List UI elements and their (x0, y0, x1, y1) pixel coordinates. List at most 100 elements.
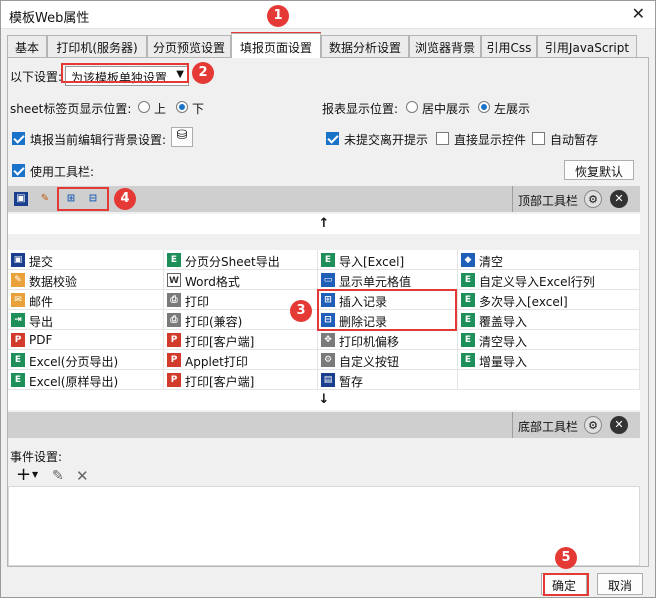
toolbar-button-label: Excel(原样导出) (29, 375, 119, 389)
restore-default-button[interactable]: 恢复默认 (564, 160, 634, 180)
title-bar: 模板Web属性 ✕ (1, 1, 655, 29)
toolbar-button-label: 打印 (185, 295, 210, 309)
event-settings-label: 事件设置: (10, 450, 63, 464)
toolbar-button-cell[interactable]: ⚙ 自定义按钮 (318, 350, 458, 370)
toolbar-button-cell (458, 370, 640, 390)
toolbar-button-cell[interactable]: ▤ 暂存 (318, 370, 458, 390)
annotation-badge-5: 5 (555, 547, 577, 569)
gear-icon[interactable]: ⚙ (584, 190, 602, 208)
direct-widget-checkbox[interactable] (436, 132, 449, 145)
toolbar-button-cell[interactable]: ▭ 显示单元格值 (318, 270, 458, 290)
tab-paging-preview[interactable]: 分页预览设置 (147, 35, 231, 57)
toolbar-button-cell[interactable]: E 分页分Sheet导出 (164, 250, 318, 270)
move-down-arrow[interactable]: ↓ (8, 390, 640, 410)
toolbar-button-label: Excel(分页导出) (29, 355, 119, 369)
bottom-toolbar-label: 底部工具栏 (518, 420, 579, 434)
gear-icon[interactable]: ⚙ (584, 416, 602, 434)
check-pen-icon[interactable]: ✎ (38, 192, 52, 206)
toolbar-button-label: Word格式 (185, 275, 240, 289)
move-up-arrow[interactable]: ↑ (8, 214, 640, 234)
toolbar-button-label: 覆盖导入 (479, 315, 528, 329)
toolbar-button-cell[interactable]: ▣ 提交 (8, 250, 164, 270)
toolbar-button-cell[interactable]: ⇥ 导出 (8, 310, 164, 330)
toolbar-button-cell[interactable]: ⊟ 删除记录 (318, 310, 458, 330)
toolbar-button-cell[interactable]: E Excel(分页导出) (8, 350, 164, 370)
report-center-radio[interactable] (406, 101, 418, 113)
auto-save-label: 自动暂存 (550, 133, 599, 147)
toolbar-button-cell[interactable]: ✎ 数据校验 (8, 270, 164, 290)
toolbar-button-cell[interactable]: ✥ 打印机偏移 (318, 330, 458, 350)
toolbar-button-cell[interactable]: P 打印[客户端] (164, 330, 318, 350)
save-icon[interactable]: ▣ (14, 192, 28, 206)
chevron-down-icon[interactable]: ▼ (32, 470, 38, 479)
sheet-position-label: sheet标签页显示位置: (10, 102, 132, 116)
tab-fill-page-settings[interactable]: 填报页面设置 (231, 33, 321, 58)
toolbar-button-cell[interactable]: ◆ 清空 (458, 250, 640, 270)
toolbar-button-cell[interactable]: W Word格式 (164, 270, 318, 290)
close-circle-icon[interactable]: ✕ (610, 190, 628, 208)
toolbar-button-cell[interactable]: ⊞ 插入记录 (318, 290, 458, 310)
sheet-top-radio[interactable] (138, 101, 150, 113)
chevron-down-icon: ▼ (176, 69, 184, 80)
annotation-badge-1: 1 (267, 5, 289, 27)
tab-ref-javascript[interactable]: 引用JavaScript (537, 35, 637, 57)
annotation-badge-3: 3 (290, 300, 312, 322)
toolbar-button-cell[interactable]: P Applet打印 (164, 350, 318, 370)
toolbar-button-label: 分页分Sheet导出 (185, 255, 280, 269)
toolbar-button-cell[interactable]: P 打印[客户端] (164, 370, 318, 390)
bottom-toolbar-bar[interactable]: 底部工具栏 ⚙ ✕ (8, 412, 640, 438)
toolbar-button-cell[interactable]: E 自定义导入Excel行列 (458, 270, 640, 290)
excel-icon: E (11, 353, 25, 367)
edit-icon[interactable]: ✎ (52, 468, 64, 484)
toolbar-button-cell[interactable]: E Excel(原样导出) (8, 370, 164, 390)
cancel-button[interactable]: 取消 (597, 573, 643, 595)
button-grid: ▣ 提交 E 分页分Sheet导出 E 导入[Excel] ◆ 清空 ✎ 数据校验 W Word格式 ▭… (8, 250, 640, 390)
toolbar-button-label: 数据校验 (29, 275, 78, 289)
toolbar-button-cell[interactable]: E 清空导入 (458, 330, 640, 350)
paint-bucket-icon[interactable]: ⛁ (171, 127, 193, 147)
excel-icon: E (167, 253, 181, 267)
save-icon: ▣ (11, 253, 25, 267)
fill-bg-checkbox[interactable] (12, 132, 25, 145)
tab-ref-css[interactable]: 引用Css (481, 35, 537, 57)
scope-select[interactable]: 为该模板单独设置 ▼ (65, 66, 189, 86)
delete-row-icon[interactable]: ⊟ (86, 192, 100, 206)
report-left-radio[interactable] (478, 101, 490, 113)
sheet-bottom-radio[interactable] (176, 101, 188, 113)
toolbar-button-label: 清空导入 (479, 335, 528, 349)
use-toolbar-checkbox[interactable] (12, 164, 25, 177)
word-icon: W (167, 273, 181, 287)
close-icon[interactable]: ✕ (632, 4, 645, 23)
annotation-badge-4: 4 (114, 188, 136, 210)
toolbar-button-cell[interactable]: E 导入[Excel] (318, 250, 458, 270)
sheet-bottom-label: 下 (192, 102, 205, 116)
close-circle-icon[interactable]: ✕ (610, 416, 628, 434)
toolbar-button-label: 插入记录 (339, 295, 388, 309)
toolbar-button-cell[interactable]: E 多次导入[excel] (458, 290, 640, 310)
excel-icon: E (461, 293, 475, 307)
excel-icon: E (461, 313, 475, 327)
toolbar-button-label: 打印[客户端] (185, 335, 255, 349)
tab-data-analysis[interactable]: 数据分析设置 (321, 35, 409, 57)
add-icon[interactable]: + (16, 464, 31, 485)
top-toolbar-bar[interactable]: ▣ ✎ ⊞ ⊟ 顶部工具栏 ⚙ ✕ (8, 186, 640, 212)
tab-basic[interactable]: 基本 (7, 35, 47, 57)
ok-button[interactable]: 确定 (541, 573, 587, 595)
event-list[interactable] (8, 486, 640, 566)
auto-save-checkbox[interactable] (532, 132, 545, 145)
tab-printer-server[interactable]: 打印机(服务器) (47, 35, 147, 57)
toolbar-button-label: 打印机偏移 (339, 335, 400, 349)
excel-icon: E (461, 353, 475, 367)
top-toolbar-label: 顶部工具栏 (518, 194, 579, 208)
toolbar-button-label: 删除记录 (339, 315, 388, 329)
toolbar-button-cell[interactable]: ✉ 邮件 (8, 290, 164, 310)
toolbar-button-label: 打印(兼容) (185, 315, 243, 329)
delete-icon[interactable]: ✕ (76, 467, 89, 485)
tab-browser-background[interactable]: 浏览器背景 (409, 35, 481, 57)
unsaved-tip-checkbox[interactable] (326, 132, 339, 145)
toolbar-button-cell[interactable]: E 覆盖导入 (458, 310, 640, 330)
toolbar-button-cell[interactable]: E 增量导入 (458, 350, 640, 370)
toolbar-button-label: 清空 (479, 255, 504, 269)
toolbar-button-cell[interactable]: P PDF (8, 330, 164, 350)
insert-row-icon[interactable]: ⊞ (64, 192, 78, 206)
